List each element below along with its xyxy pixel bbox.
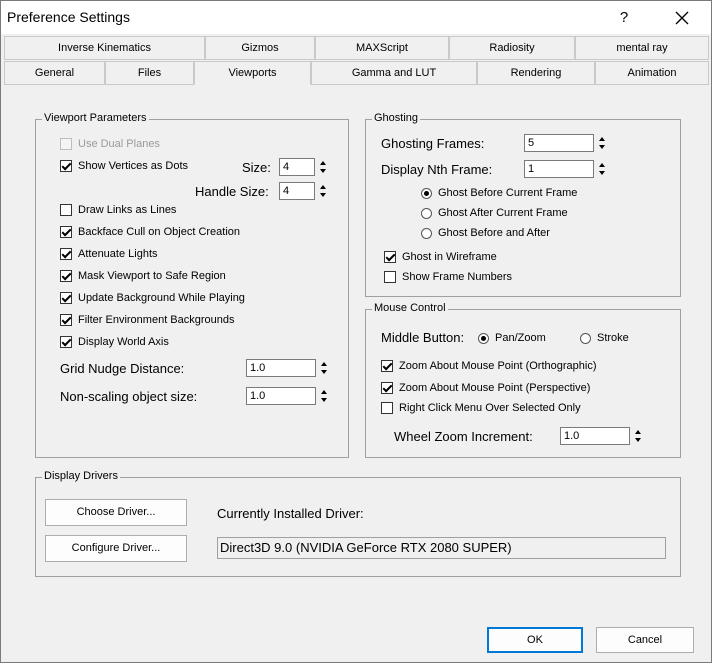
spinner-arrows-icon[interactable] <box>597 134 608 152</box>
spinner-arrows-icon[interactable] <box>597 160 608 178</box>
filter-environment-checkbox[interactable]: Filter Environment Backgrounds <box>60 312 235 328</box>
checkbox-box <box>381 382 393 394</box>
wheel-zoom-input[interactable]: 1.0 <box>560 427 630 445</box>
ghosting-frames-label: Ghosting Frames: <box>381 136 485 151</box>
size-input[interactable]: 4 <box>279 158 315 176</box>
ghost-in-wireframe-checkbox[interactable]: Ghost in Wireframe <box>384 249 497 265</box>
right-click-menu-checkbox[interactable]: Right Click Menu Over Selected Only <box>381 400 581 416</box>
display-world-axis-checkbox[interactable]: Display World Axis <box>60 334 169 350</box>
viewport-parameters-group: Viewport Parameters Use Dual Planes Show… <box>35 112 349 458</box>
viewport-parameters-label: Viewport Parameters <box>42 112 149 124</box>
checkbox-box <box>60 270 72 282</box>
handle-size-input[interactable]: 4 <box>279 182 315 200</box>
checkbox-box <box>60 336 72 348</box>
attenuate-lights-checkbox[interactable]: Attenuate Lights <box>60 246 158 262</box>
wheel-zoom-spinner[interactable]: 1.0 <box>560 427 644 445</box>
draw-links-checkbox[interactable]: Draw Links as Lines <box>60 202 176 218</box>
ghosting-frames-input[interactable]: 5 <box>524 134 594 152</box>
tab-mental-ray[interactable]: mental ray <box>575 36 709 60</box>
checkbox-box <box>60 292 72 304</box>
show-vertices-checkbox[interactable]: Show Vertices as Dots <box>60 158 188 174</box>
wheel-zoom-label: Wheel Zoom Increment: <box>394 429 533 444</box>
tab-files[interactable]: Files <box>105 61 194 85</box>
close-button[interactable] <box>659 1 705 34</box>
handle-size-label: Handle Size: <box>195 184 269 199</box>
handle-size-spinner[interactable]: 4 <box>279 182 329 200</box>
non-scaling-spinner[interactable]: 1.0 <box>246 387 330 405</box>
display-drivers-group: Display Drivers Choose Driver... Configu… <box>35 470 681 577</box>
tab-rendering[interactable]: Rendering <box>477 61 595 85</box>
display-nth-frame-label: Display Nth Frame: <box>381 162 493 177</box>
checkbox-box <box>381 360 393 372</box>
installed-driver-field: Direct3D 9.0 (NVIDIA GeForce RTX 2080 SU… <box>217 537 666 559</box>
ghosting-group: Ghosting Ghosting Frames: 5 Display Nth … <box>365 112 681 297</box>
checkbox-box <box>60 160 72 172</box>
mouse-control-group: Mouse Control Middle Button: Pan/Zoom St… <box>365 302 681 458</box>
non-scaling-label: Non-scaling object size: <box>60 389 198 404</box>
zoom-ortho-checkbox[interactable]: Zoom About Mouse Point (Orthographic) <box>381 358 596 374</box>
zoom-persp-checkbox[interactable]: Zoom About Mouse Point (Perspective) <box>381 380 590 396</box>
title-bar: Preference Settings ? <box>1 1 711 34</box>
tab-gamma-and-lut[interactable]: Gamma and LUT <box>311 61 477 85</box>
size-spinner[interactable]: 4 <box>279 158 329 176</box>
help-button[interactable]: ? <box>601 1 647 34</box>
installed-driver-label: Currently Installed Driver: <box>217 506 364 521</box>
update-background-checkbox[interactable]: Update Background While Playing <box>60 290 245 306</box>
mouse-control-label: Mouse Control <box>372 302 448 314</box>
ghost-before-radio[interactable]: Ghost Before Current Frame <box>421 185 577 201</box>
ghost-after-radio[interactable]: Ghost After Current Frame <box>421 205 568 221</box>
tab-maxscript[interactable]: MAXScript <box>315 36 449 60</box>
grid-nudge-input[interactable]: 1.0 <box>246 359 316 377</box>
checkbox-box <box>60 138 72 150</box>
spinner-arrows-icon[interactable] <box>318 158 329 176</box>
radio-circle <box>580 332 591 344</box>
grid-nudge-label: Grid Nudge Distance: <box>60 361 185 376</box>
tab-animation[interactable]: Animation <box>595 61 709 85</box>
close-icon <box>675 11 689 24</box>
size-label: Size: <box>242 160 271 175</box>
window-title: Preference Settings <box>7 9 130 25</box>
help-icon: ? <box>619 9 629 26</box>
display-drivers-label: Display Drivers <box>42 470 120 482</box>
checkbox-box <box>381 402 393 414</box>
choose-driver-button[interactable]: Choose Driver... <box>45 499 187 526</box>
radio-circle <box>421 227 432 239</box>
stroke-radio[interactable]: Stroke <box>580 330 629 346</box>
checkbox-box <box>60 226 72 238</box>
checkbox-box <box>384 251 396 263</box>
middle-button-label: Middle Button: <box>381 330 465 345</box>
radio-circle <box>421 207 432 219</box>
radio-circle <box>421 187 432 199</box>
pan-zoom-radio[interactable]: Pan/Zoom <box>478 330 546 346</box>
tab-viewports[interactable]: Viewports <box>194 61 311 85</box>
radio-circle <box>478 332 489 344</box>
checkbox-box <box>60 204 72 216</box>
ok-button[interactable]: OK <box>487 627 583 653</box>
spinner-arrows-icon[interactable] <box>633 427 644 445</box>
tab-inverse-kinematics[interactable]: Inverse Kinematics <box>4 36 205 60</box>
configure-driver-button[interactable]: Configure Driver... <box>45 535 187 562</box>
non-scaling-input[interactable]: 1.0 <box>246 387 316 405</box>
ghost-before-after-radio[interactable]: Ghost Before and After <box>421 225 550 241</box>
cancel-button[interactable]: Cancel <box>596 627 694 653</box>
use-dual-planes-checkbox[interactable]: Use Dual Planes <box>60 136 160 152</box>
checkbox-box <box>60 248 72 260</box>
spinner-arrows-icon[interactable] <box>319 359 330 377</box>
show-frame-numbers-checkbox[interactable]: Show Frame Numbers <box>384 269 512 285</box>
tab-radiosity[interactable]: Radiosity <box>449 36 575 60</box>
checkbox-box <box>60 314 72 326</box>
spinner-arrows-icon[interactable] <box>318 182 329 200</box>
mask-viewport-checkbox[interactable]: Mask Viewport to Safe Region <box>60 268 226 284</box>
backface-cull-checkbox[interactable]: Backface Cull on Object Creation <box>60 224 240 240</box>
display-nth-frame-input[interactable]: 1 <box>524 160 594 178</box>
checkbox-box <box>384 271 396 283</box>
display-nth-frame-spinner[interactable]: 1 <box>524 160 608 178</box>
ghosting-label: Ghosting <box>372 112 421 124</box>
ghosting-frames-spinner[interactable]: 5 <box>524 134 608 152</box>
preference-settings-dialog: Preference Settings ? Inverse Kinematics… <box>0 0 712 663</box>
grid-nudge-spinner[interactable]: 1.0 <box>246 359 330 377</box>
spinner-arrows-icon[interactable] <box>319 387 330 405</box>
tab-general[interactable]: General <box>4 61 105 85</box>
tab-gizmos[interactable]: Gizmos <box>205 36 315 60</box>
